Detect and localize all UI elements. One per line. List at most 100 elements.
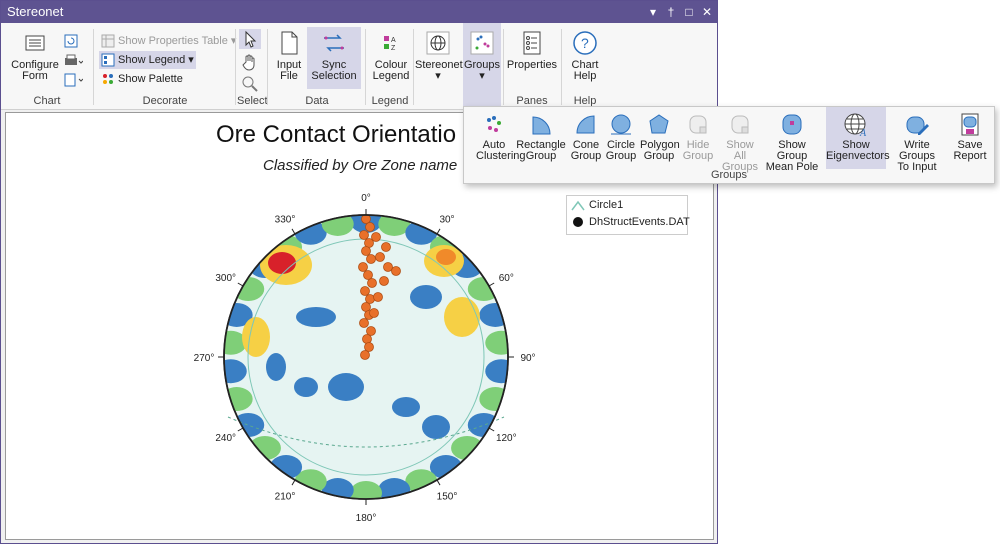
polygon-group-button[interactable]: Polygon Group [640, 111, 680, 162]
pole-point [359, 230, 369, 240]
contour-ring [224, 387, 253, 412]
globe-icon [426, 31, 450, 55]
rectangle-group-button[interactable]: Rectangle Group [516, 111, 566, 162]
stereonet-button[interactable]: Stereonet ▾ [415, 29, 463, 82]
show-all-groups-icon [731, 115, 749, 134]
show-eigenvectors-button[interactable]: A Show Eigenvectors [826, 107, 890, 169]
ribbon-group-data: Input File Sync Selection Data [269, 23, 365, 109]
zoom-icon[interactable] [241, 75, 259, 93]
show-palette-button[interactable]: Show Palette [101, 70, 183, 88]
configure-form-button[interactable]: Configure Form [9, 29, 61, 82]
azimuth-label: 150° [437, 492, 458, 503]
ribbon-group-panes: Properties Panes [505, 23, 559, 109]
contour-patch [422, 415, 450, 439]
legend-icon [101, 53, 115, 67]
pole-point [359, 318, 369, 328]
select-group-label: Select [237, 95, 268, 107]
pin-icon[interactable]: † [665, 1, 677, 23]
polygon-group-label: Polygon Group [640, 139, 680, 162]
hand-pan-icon[interactable] [241, 53, 259, 71]
legend-item-dhstructevents: DhStructEvents.DAT [571, 216, 690, 228]
print-icon[interactable] [63, 54, 83, 68]
azimuth-label: 270° [194, 353, 215, 364]
write-groups-to-input-icon [906, 116, 929, 135]
input-file-button[interactable]: Input File [271, 29, 307, 82]
save-report-button[interactable]: Save Report [952, 111, 988, 162]
cone-group-icon [576, 115, 595, 134]
pole-point [367, 278, 377, 288]
separator [267, 29, 268, 105]
ribbon-group-legend: AZ Colour Legend Legend [367, 23, 413, 109]
svg-text:?: ? [581, 35, 589, 51]
separator [413, 29, 414, 105]
contour-ring [224, 330, 247, 355]
show-eigenvectors-label: Show Eigenvectors [826, 139, 890, 162]
azimuth-label: 90° [520, 353, 535, 364]
chevron-down-icon: ▾ [479, 70, 485, 82]
great-circle-icon [571, 200, 585, 211]
export-icon[interactable] [63, 73, 83, 87]
ribbon-group-help: ? Chart Help Help [563, 23, 607, 109]
contour-ring [224, 359, 247, 384]
auto-clustering-button[interactable]: Auto Clustering [476, 111, 526, 162]
filled-dot-icon [573, 217, 583, 227]
data-group-label: Data [305, 95, 329, 107]
dropdown-icon[interactable]: ▾ [647, 1, 659, 23]
maximize-icon[interactable]: □ [683, 1, 695, 23]
azimuth-label: 210° [275, 492, 296, 503]
form-icon [25, 35, 45, 51]
refresh-icon[interactable] [63, 33, 79, 49]
groups-button[interactable]: Groups ▾ [463, 29, 501, 82]
pointer-select-button[interactable] [239, 29, 261, 49]
circle-group-button[interactable]: Circle Group [604, 111, 638, 162]
pole-point [366, 326, 376, 336]
ribbon-group-stereonet: Stereonet ▾ [415, 23, 463, 109]
polygon-group-icon [649, 114, 669, 134]
contour-ring [479, 387, 508, 412]
show-legend-button[interactable]: Show Legend ▾ [99, 51, 196, 69]
contour-warm-core [436, 249, 456, 265]
colour-legend-button[interactable]: AZ Colour Legend [369, 29, 413, 82]
contour-patch [296, 307, 336, 327]
chart-subtitle: Classified by Ore Zone name [263, 157, 458, 174]
close-icon[interactable]: ✕ [701, 1, 713, 23]
window-title: Stereonet [7, 4, 64, 19]
pole-point [381, 242, 391, 252]
legend-dhstructevents-label: DhStructEvents.DAT [589, 216, 690, 228]
separator [503, 29, 504, 105]
contour-warm [444, 297, 480, 337]
show-all-groups-button[interactable]: Show All Groups [720, 111, 760, 173]
auto-clustering-label: Auto Clustering [476, 139, 526, 162]
azimuth-label: 300° [215, 273, 236, 284]
cone-group-button[interactable]: Cone Group [568, 111, 604, 162]
write-groups-to-input-button[interactable]: Write Groups To Input [886, 111, 948, 173]
properties-button[interactable]: Properties [505, 29, 559, 71]
show-group-mean-pole-button[interactable]: Show Group Mean Pole [762, 111, 822, 173]
contour-patch [266, 353, 286, 381]
stereonet-plot[interactable]: 0° 30° 60° 90° 120° 150° 180° 210° 240° 270° 300° 3… [186, 193, 546, 531]
svg-text:A: A [391, 37, 396, 44]
chart-help-button[interactable]: ? Chart Help [563, 29, 607, 82]
azimuth-tick [488, 282, 495, 287]
legend-item-circle1: Circle1 [571, 199, 623, 211]
ribbon-group-decorate: Show Properties Table ▾ Show Legend ▾ Sh… [95, 23, 236, 109]
rectangle-group-icon [532, 116, 551, 135]
pole-point [366, 254, 376, 264]
azimuth-tick [436, 479, 441, 486]
azimuth-tick [291, 228, 296, 235]
hide-group-button[interactable]: Hide Group [680, 111, 716, 162]
azimuth-tick [488, 427, 495, 432]
contour-patch [328, 373, 364, 401]
pole-point [383, 262, 393, 272]
colour-legend-icon: AZ [384, 36, 396, 52]
azimuth-tick [237, 427, 244, 432]
decorate-group-label: Decorate [142, 95, 188, 107]
circle-group-label: Circle Group [605, 139, 637, 162]
help-icon: ? [573, 31, 597, 55]
legend-group-label: Legend [371, 95, 409, 107]
show-properties-table-button[interactable]: Show Properties Table ▾ [101, 32, 236, 50]
clusters-icon [470, 31, 494, 55]
chart-help-label: Chart Help [571, 59, 599, 82]
ribbon-group-groups[interactable]: Groups ▾ [463, 23, 501, 107]
sync-selection-button[interactable]: Sync Selection [307, 27, 361, 89]
